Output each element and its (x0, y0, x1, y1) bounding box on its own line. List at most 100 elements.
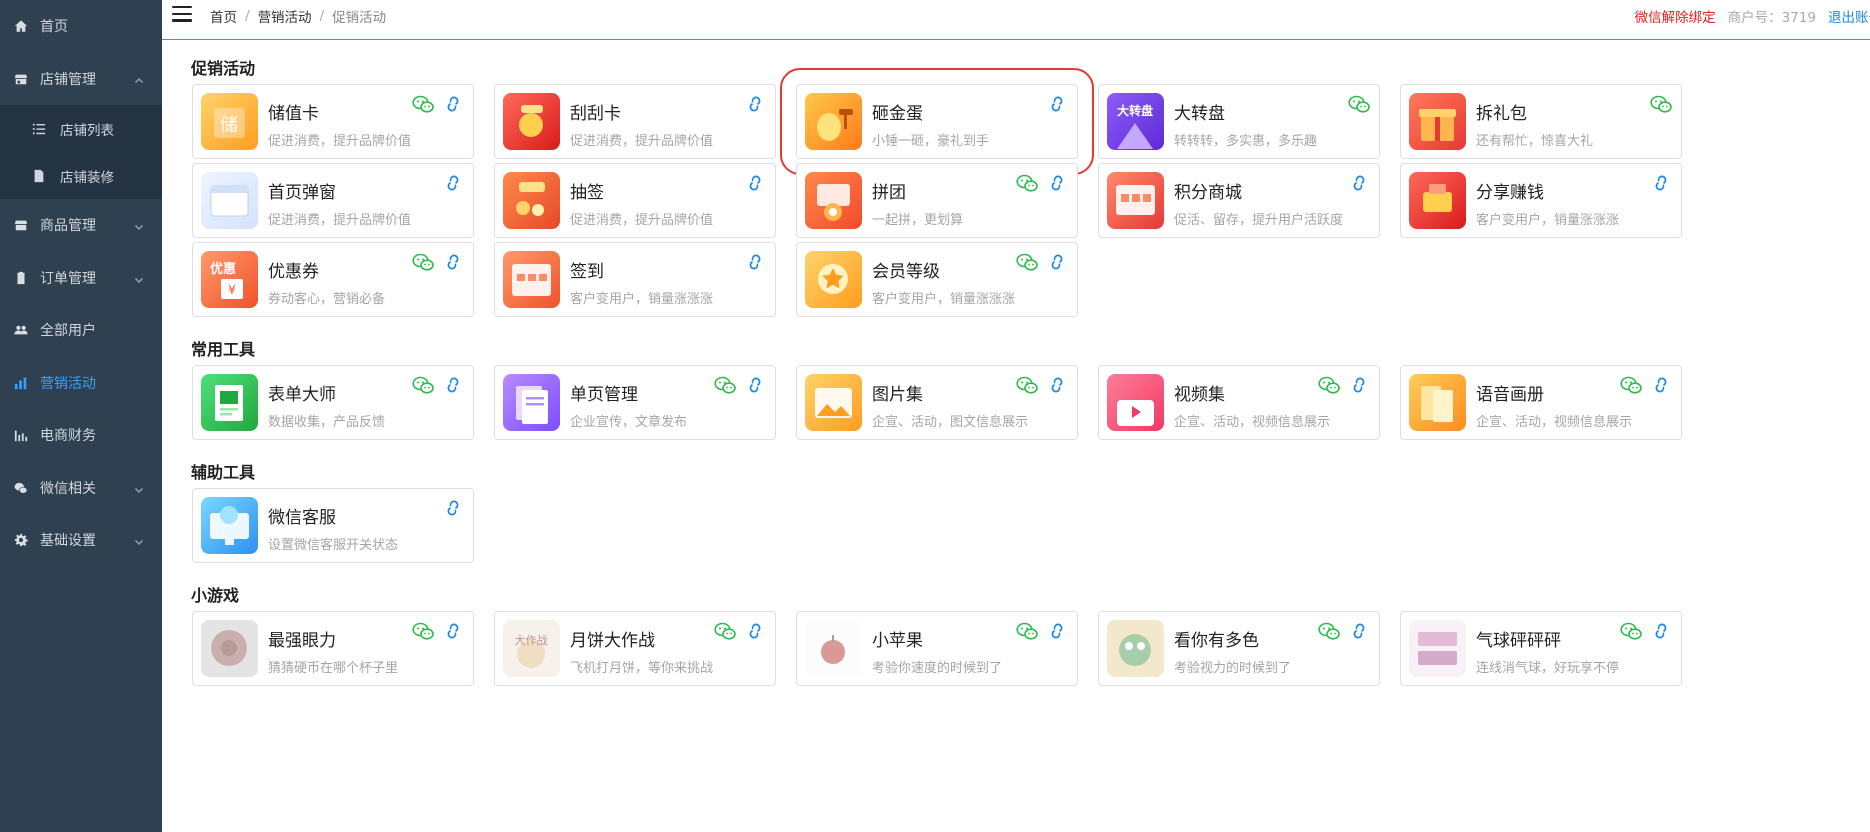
activity-card[interactable]: 最强眼力 猜猜硬币在哪个杯子里 (192, 611, 474, 686)
activity-card[interactable]: 微信客服 设置微信客服开关状态 (192, 488, 474, 563)
logout-link[interactable]: 退出账号 (1828, 6, 1870, 26)
sidebar-item-users[interactable]: 全部用户 (0, 304, 162, 357)
link-icon[interactable] (1347, 172, 1371, 194)
link-icon[interactable] (1045, 251, 1069, 273)
section-title: 小游戏 (191, 586, 240, 605)
svg-text:优惠: 优惠 (210, 261, 236, 277)
link-icon[interactable] (441, 172, 465, 194)
card-description: 客户变用户，销量涨涨涨 (570, 292, 714, 307)
activity-card[interactable]: 积分商城 促活、留存，提升用户活跃度 (1098, 163, 1380, 238)
link-icon[interactable] (441, 93, 465, 115)
form-master-icon (201, 374, 258, 431)
wechat-icon[interactable] (1015, 172, 1039, 194)
unbind-wechat-link[interactable]: 微信解除绑定 (1635, 6, 1716, 26)
link-icon[interactable] (743, 251, 767, 273)
wechat-icon[interactable] (411, 93, 435, 115)
link-icon[interactable] (1347, 620, 1371, 642)
wechat-icon[interactable] (1317, 620, 1341, 642)
card-description: 客户变用户，销量涨涨涨 (872, 292, 1016, 307)
wechat-icon[interactable] (1619, 620, 1643, 642)
link-icon[interactable] (743, 620, 767, 642)
activity-card[interactable]: 抽签 促进消费，提升品牌价值 (494, 163, 776, 238)
wechat-icon[interactable] (1015, 620, 1039, 642)
wechat-icon[interactable] (1649, 93, 1673, 115)
card-title: 分享赚钱 (1476, 183, 1544, 203)
activity-card[interactable]: 表单大师 数据收集，产品反馈 (192, 365, 474, 440)
lottery-draw-icon (503, 172, 560, 229)
link-icon[interactable] (441, 374, 465, 396)
activity-card[interactable]: 大转盘 大转盘 转转转，多实惠，多乐趣 (1098, 84, 1380, 159)
link-icon[interactable] (743, 93, 767, 115)
activity-card[interactable]: 签到 客户变用户，销量涨涨涨 (494, 242, 776, 317)
sidebar-item-home[interactable]: 首页 (0, 0, 162, 53)
sidebar-item-settings[interactable]: 基础设置 (0, 514, 162, 567)
card-badges (405, 620, 465, 642)
link-icon[interactable] (743, 374, 767, 396)
activity-card[interactable]: 拼团 一起拼，更划算 (796, 163, 1078, 238)
card-title: 首页弹窗 (268, 183, 336, 203)
wechat-icon[interactable] (1015, 374, 1039, 396)
breadcrumb-home[interactable]: 首页 (210, 6, 237, 26)
sidebar-item-shop[interactable]: 店铺管理 (0, 53, 162, 106)
activity-card[interactable]: 语音画册 企宣、活动，视频信息展示 (1400, 365, 1682, 440)
activity-card[interactable]: 图片集 企宣、活动，图文信息展示 (796, 365, 1078, 440)
activity-card[interactable]: 看你有多色 考验视力的时候到了 (1098, 611, 1380, 686)
wechat-icon[interactable] (713, 374, 737, 396)
activity-card[interactable]: 单页管理 企业宣传，文章发布 (494, 365, 776, 440)
sidebar-item-orders[interactable]: 订单管理 (0, 252, 162, 305)
link-icon[interactable] (1045, 374, 1069, 396)
clipboard-icon (14, 271, 28, 285)
link-icon[interactable] (1649, 374, 1673, 396)
activity-card[interactable]: 储 储值卡 促进消费，提升品牌价值 (192, 84, 474, 159)
sidebar-subitem-1[interactable]: 店铺装修 (0, 152, 162, 199)
activity-card[interactable]: 拆礼包 还有帮忙，惊喜大礼 (1400, 84, 1682, 159)
activity-card[interactable]: 优惠 ¥ 优惠券 券动客心，营销必备 (192, 242, 474, 317)
card-title: 优惠券 (268, 262, 319, 282)
card-badges (1613, 620, 1673, 642)
link-icon[interactable] (1045, 172, 1069, 194)
wechat-icon[interactable] (411, 374, 435, 396)
wechat-icon[interactable] (1015, 251, 1039, 273)
link-icon[interactable] (441, 251, 465, 273)
link-icon[interactable] (1045, 620, 1069, 642)
sidebar-item-goods[interactable]: 商品管理 (0, 199, 162, 252)
sidebar-item-marketing[interactable]: 营销活动 (0, 357, 162, 410)
card-title: 最强眼力 (268, 631, 336, 651)
card-title: 月饼大作战 (570, 631, 655, 651)
activity-card[interactable]: 视频集 企宣、活动，视频信息展示 (1098, 365, 1380, 440)
card-title: 储值卡 (268, 104, 319, 124)
sidebar-item-finance[interactable]: 电商财务 (0, 409, 162, 462)
wechat-icon[interactable] (411, 251, 435, 273)
link-icon[interactable] (1649, 172, 1673, 194)
link-icon[interactable] (1347, 374, 1371, 396)
card-badges (737, 251, 767, 273)
sidebar-subitem-0[interactable]: 店铺列表 (0, 105, 162, 152)
sharp-eye-game-icon (201, 620, 258, 677)
link-icon[interactable] (1045, 93, 1069, 115)
activity-card[interactable]: 刮刮卡 促进消费，提升品牌价值 (494, 84, 776, 159)
link-icon[interactable] (441, 497, 465, 519)
link-icon[interactable] (441, 620, 465, 642)
activity-card[interactable]: 首页弹窗 促进消费，提升品牌价值 (192, 163, 474, 238)
wechat-icon[interactable] (1317, 374, 1341, 396)
card-description: 小锤一砸，豪礼到手 (872, 134, 990, 149)
sidebar-item-label: 店铺管理 (40, 71, 96, 88)
link-icon[interactable] (743, 172, 767, 194)
breadcrumb-marketing[interactable]: 营销活动 (258, 6, 312, 26)
chevron-up-icon (134, 74, 144, 84)
sidebar-subitem-label: 店铺装修 (60, 169, 114, 186)
breadcrumb-separator: / (319, 8, 325, 24)
wechat-icon[interactable] (713, 620, 737, 642)
sidebar-item-wechat[interactable]: 微信相关 (0, 462, 162, 515)
activity-card[interactable]: 大作战 月饼大作战 飞机打月饼，等你来挑战 (494, 611, 776, 686)
link-icon[interactable] (1649, 620, 1673, 642)
activity-card[interactable]: 气球砰砰砰 连线消气球，好玩享不停 (1400, 611, 1682, 686)
wechat-icon[interactable] (411, 620, 435, 642)
activity-card[interactable]: 砸金蛋 小锤一砸，豪礼到手 (780, 68, 1094, 175)
wechat-icon[interactable] (1619, 374, 1643, 396)
activity-card[interactable]: 分享赚钱 客户变用户，销量涨涨涨 (1400, 163, 1682, 238)
menu-toggle-icon[interactable] (172, 6, 192, 22)
activity-card[interactable]: 小苹果 考验你速度的时候到了 (796, 611, 1078, 686)
activity-card[interactable]: 会员等级 客户变用户，销量涨涨涨 (796, 242, 1078, 317)
wechat-icon[interactable] (1347, 93, 1371, 115)
